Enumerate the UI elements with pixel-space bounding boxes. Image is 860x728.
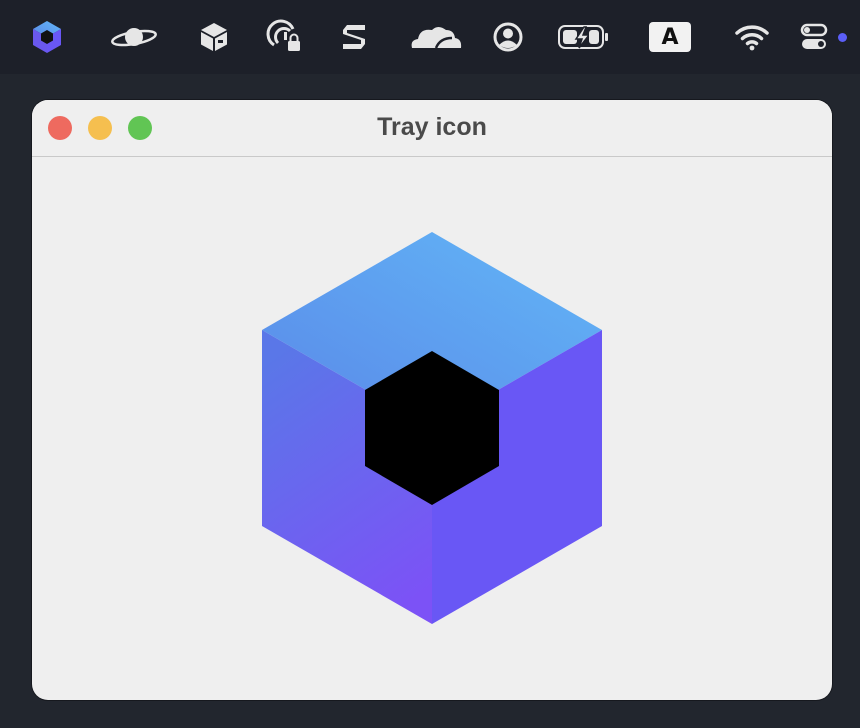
s-logo-icon-graphic	[343, 25, 365, 49]
fingerprint-lock-icon[interactable]	[264, 17, 304, 57]
app-window: Tray icon	[32, 100, 832, 700]
control-center-icon-graphic	[800, 23, 828, 49]
battery-charging-icon[interactable]	[556, 17, 612, 57]
user-circle-icon[interactable]	[488, 17, 528, 57]
input-source-badge: A	[649, 22, 691, 52]
close-button[interactable]	[48, 116, 72, 140]
saturn-icon-graphic	[111, 28, 157, 47]
wifi-icon-graphic	[735, 25, 769, 51]
notification-dot	[838, 33, 847, 42]
cloud-icon-graphic	[411, 27, 462, 49]
window-title: Tray icon	[377, 113, 487, 141]
window-content	[32, 157, 832, 700]
keyboard-input-icon[interactable]: A	[646, 17, 694, 57]
app-hexagon-icon-graphic	[33, 21, 61, 53]
package-box-icon-graphic	[201, 23, 227, 51]
menu-bar: A	[0, 0, 860, 74]
control-center-icon[interactable]	[794, 17, 834, 57]
wifi-icon[interactable]	[732, 17, 772, 57]
s-logo-icon[interactable]	[334, 17, 374, 57]
minimize-button[interactable]	[88, 116, 112, 140]
fingerprint-lock-icon-graphic	[266, 19, 300, 51]
saturn-icon[interactable]	[108, 17, 160, 57]
battery-charging-icon-graphic	[558, 25, 608, 49]
window-titlebar[interactable]: Tray icon	[32, 100, 832, 157]
user-circle-icon-graphic	[493, 22, 523, 52]
cloud-icon[interactable]	[405, 17, 463, 57]
app-hexagon-icon[interactable]	[27, 17, 67, 57]
maximize-button[interactable]	[128, 116, 152, 140]
package-box-icon[interactable]	[194, 17, 234, 57]
hexagon-cube-logo-icon	[262, 232, 602, 624]
